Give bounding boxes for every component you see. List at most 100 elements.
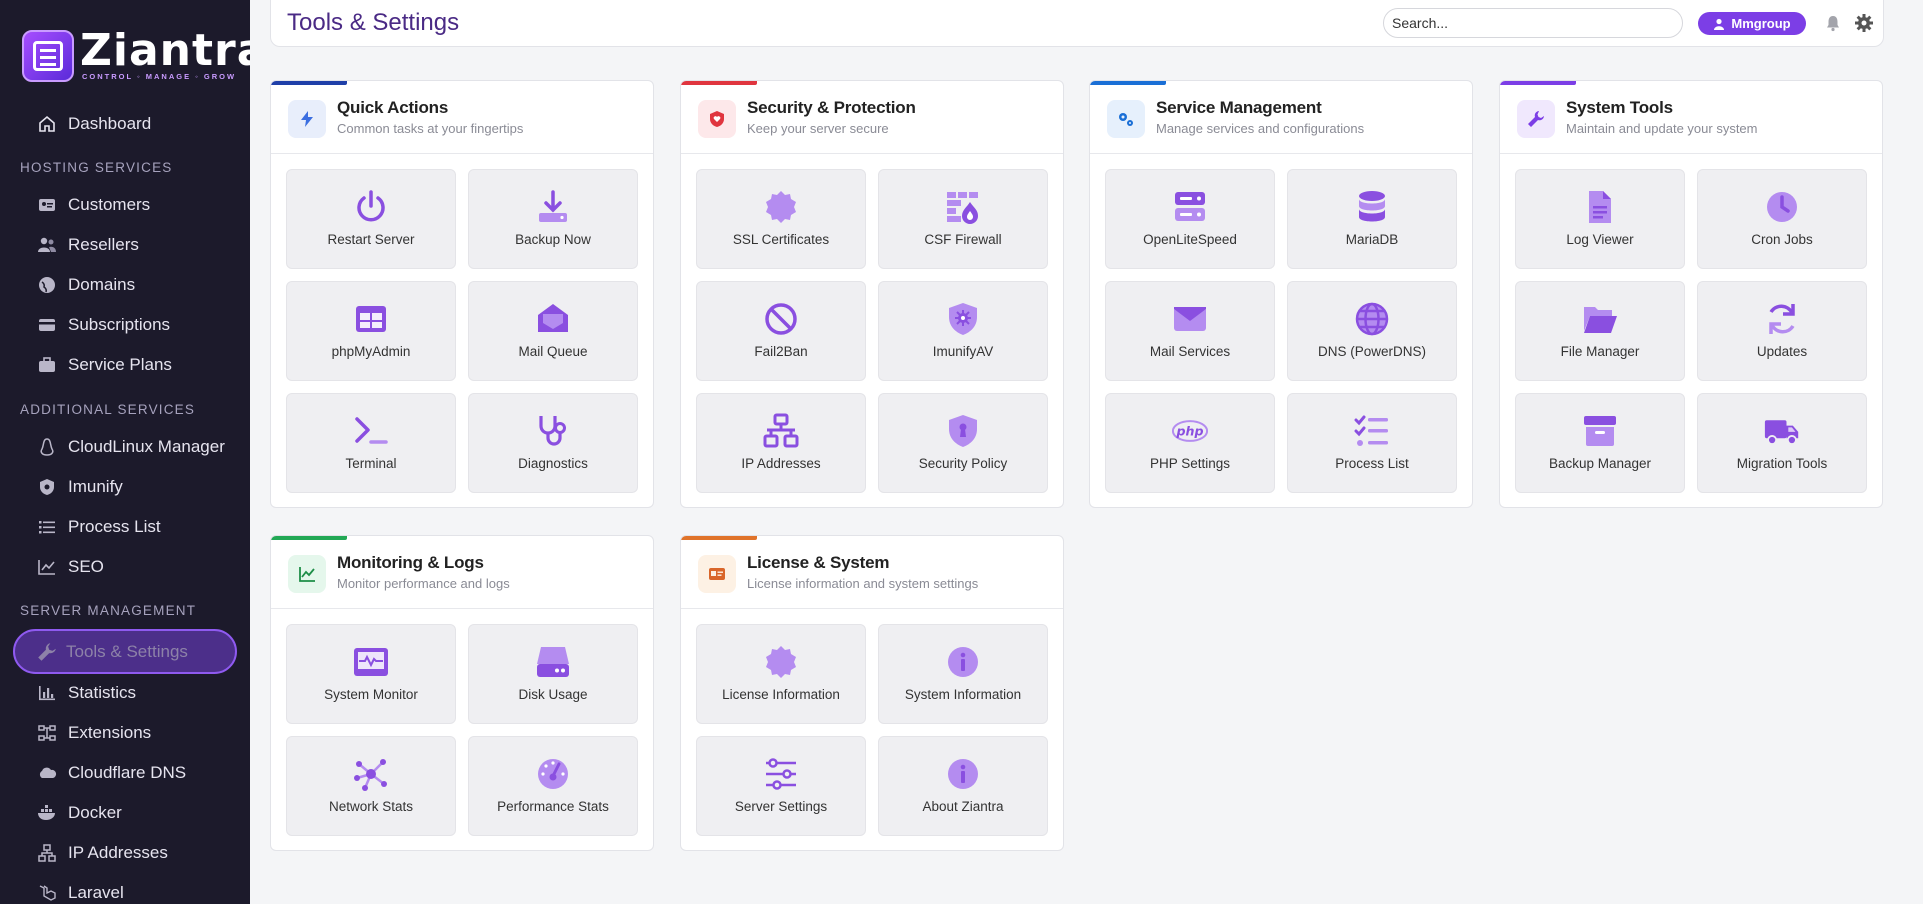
- sidebar-item-label: Cloudflare DNS: [68, 763, 187, 782]
- shield-keyhole-icon: [944, 412, 982, 450]
- tool-tile-php-settings[interactable]: php PHP Settings: [1105, 393, 1275, 493]
- ban-icon: [762, 300, 800, 338]
- tool-tiles: SSL Certificates CSF Firewall Fail2Ban I…: [681, 154, 1063, 507]
- tool-tile-system-monitor[interactable]: System Monitor: [286, 624, 456, 724]
- card-subtitle: Keep your server secure: [747, 121, 889, 136]
- sidebar-item-cloudflare-dns[interactable]: Cloudflare DNS: [0, 755, 250, 791]
- sidebar-item-seo[interactable]: SEO: [0, 549, 250, 585]
- tool-tile-cron-jobs[interactable]: Cron Jobs: [1697, 169, 1867, 269]
- linux-icon: [36, 436, 58, 458]
- tool-tile-fail2ban[interactable]: Fail2Ban: [696, 281, 866, 381]
- shield-virus-icon: [944, 300, 982, 338]
- sidebar-item-label: Statistics: [68, 683, 137, 702]
- tool-tile-about-ziantra[interactable]: About Ziantra: [878, 736, 1048, 836]
- clock-icon: [1763, 188, 1801, 226]
- user-menu-button[interactable]: Mmgroup: [1698, 12, 1806, 35]
- bar-chart-icon: [36, 682, 58, 704]
- tool-tile-label: Mail Queue: [518, 344, 588, 359]
- sidebar-item-statistics[interactable]: Statistics: [0, 675, 250, 711]
- credit-card-icon: [36, 314, 58, 336]
- chart-line-icon: [36, 556, 58, 578]
- sidebar-item-service-plans[interactable]: Service Plans: [0, 347, 250, 383]
- tool-tile-openlitespeed[interactable]: OpenLiteSpeed: [1105, 169, 1275, 269]
- card-header: Monitoring & Logs Monitor performance an…: [271, 536, 653, 609]
- sidebar-item-resellers[interactable]: Resellers: [0, 227, 250, 263]
- sidebar-item-subscriptions[interactable]: Subscriptions: [0, 307, 250, 343]
- tool-tile-disk-usage[interactable]: Disk Usage: [468, 624, 638, 724]
- brand-logo[interactable]: Ziantra CONTROL ◦ MANAGE ◦ GROW: [22, 29, 250, 82]
- sidebar-item-cloudlinux-manager[interactable]: CloudLinux Manager: [0, 429, 250, 465]
- tool-tile-backup-now[interactable]: Backup Now: [468, 169, 638, 269]
- sidebar-section-title: ADDITIONAL SERVICES: [20, 402, 196, 417]
- sidebar-item-docker[interactable]: Docker: [0, 795, 250, 831]
- stethoscope-icon: [534, 412, 572, 450]
- card-header: Service Management Manage services and c…: [1090, 81, 1472, 154]
- network-icon: [36, 842, 58, 864]
- sidebar-item-tools-settings[interactable]: Tools & Settings: [13, 629, 237, 674]
- tool-tile-process-list[interactable]: Process List: [1287, 393, 1457, 493]
- tool-tile-ssl-certificates[interactable]: SSL Certificates: [696, 169, 866, 269]
- sidebar-item-label: Customers: [68, 195, 151, 214]
- sidebar-item-laravel[interactable]: Laravel: [0, 875, 250, 904]
- wrench-icon: [1517, 100, 1555, 138]
- tool-tile-migration-tools[interactable]: Migration Tools: [1697, 393, 1867, 493]
- folder-open-icon: [1581, 300, 1619, 338]
- tool-tile-label: ImunifyAV: [932, 344, 994, 359]
- tool-tile-diagnostics[interactable]: Diagnostics: [468, 393, 638, 493]
- sidebar-item-customers[interactable]: Customers: [0, 187, 250, 223]
- user-name: Mmgroup: [1731, 16, 1791, 31]
- certificate-icon: [762, 188, 800, 226]
- tool-tile-security-policy[interactable]: Security Policy: [878, 393, 1048, 493]
- globe-icon: [1353, 300, 1391, 338]
- tool-tile-ip-addresses[interactable]: IP Addresses: [696, 393, 866, 493]
- tool-tile-imunifyav[interactable]: ImunifyAV: [878, 281, 1048, 381]
- sidebar: Ziantra CONTROL ◦ MANAGE ◦ GROW Dashboar…: [0, 0, 250, 904]
- gear-icon[interactable]: [1854, 13, 1874, 33]
- sidebar-section-title: SERVER MANAGEMENT: [20, 603, 197, 618]
- file-lines-icon: [1581, 188, 1619, 226]
- tool-tile-csf-firewall[interactable]: CSF Firewall: [878, 169, 1048, 269]
- sync-icon: [1763, 300, 1801, 338]
- download-icon: [534, 188, 572, 226]
- tool-tile-label: Fail2Ban: [754, 344, 808, 359]
- power-icon: [352, 188, 390, 226]
- sliders-icon: [762, 755, 800, 793]
- sidebar-item-domains[interactable]: Domains: [0, 267, 250, 303]
- tool-tile-license-information[interactable]: License Information: [696, 624, 866, 724]
- sidebar-item-extensions[interactable]: Extensions: [0, 715, 250, 751]
- card-title: Monitoring & Logs: [337, 553, 484, 572]
- tool-tile-label: PHP Settings: [1149, 456, 1231, 471]
- card-quick-actions: Quick Actions Common tasks at your finge…: [270, 80, 654, 508]
- tool-tile-log-viewer[interactable]: Log Viewer: [1515, 169, 1685, 269]
- bell-icon[interactable]: [1824, 14, 1842, 32]
- tool-tile-restart-server[interactable]: Restart Server: [286, 169, 456, 269]
- tool-tile-label: Migration Tools: [1736, 456, 1828, 471]
- tool-tile-system-information[interactable]: System Information: [878, 624, 1048, 724]
- tool-tile-label: phpMyAdmin: [331, 344, 411, 359]
- tool-tile-terminal[interactable]: Terminal: [286, 393, 456, 493]
- tool-tile-network-stats[interactable]: Network Stats: [286, 736, 456, 836]
- tool-tile-label: Backup Manager: [1548, 456, 1652, 471]
- tool-tile-file-manager[interactable]: File Manager: [1515, 281, 1685, 381]
- tool-tile-updates[interactable]: Updates: [1697, 281, 1867, 381]
- sidebar-item-dashboard[interactable]: Dashboard: [0, 106, 250, 142]
- card-security-protection: Security & Protection Keep your server s…: [680, 80, 1064, 508]
- sidebar-item-imunify[interactable]: Imunify: [0, 469, 250, 505]
- user-icon: [1714, 18, 1725, 30]
- tool-tile-performance-stats[interactable]: Performance Stats: [468, 736, 638, 836]
- sidebar-item-ip-addresses[interactable]: IP Addresses: [0, 835, 250, 871]
- card-header: Security & Protection Keep your server s…: [681, 81, 1063, 154]
- tool-tile-backup-manager[interactable]: Backup Manager: [1515, 393, 1685, 493]
- tool-tile-label: CSF Firewall: [924, 232, 1002, 247]
- tool-tile-label: OpenLiteSpeed: [1143, 232, 1237, 247]
- table-icon: [352, 300, 390, 338]
- tool-tile-mariadb[interactable]: MariaDB: [1287, 169, 1457, 269]
- tool-tile-dns-powerdns[interactable]: DNS (PowerDNS): [1287, 281, 1457, 381]
- search-input[interactable]: [1383, 8, 1683, 38]
- tool-tile-phpmyadmin[interactable]: phpMyAdmin: [286, 281, 456, 381]
- tool-tile-server-settings[interactable]: Server Settings: [696, 736, 866, 836]
- tool-tile-mail-queue[interactable]: Mail Queue: [468, 281, 638, 381]
- truck-icon: [1763, 412, 1801, 450]
- tool-tile-mail-services[interactable]: Mail Services: [1105, 281, 1275, 381]
- sidebar-item-process-list[interactable]: Process List: [0, 509, 250, 545]
